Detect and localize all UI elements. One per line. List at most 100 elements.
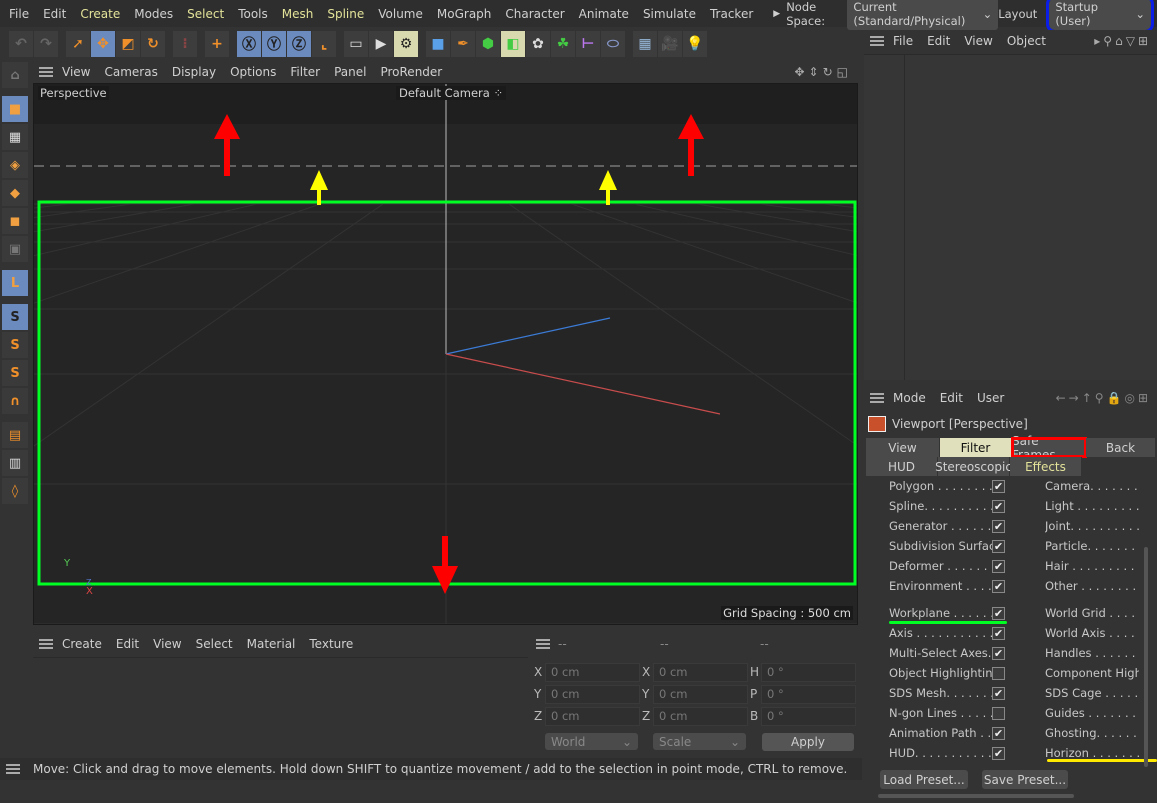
filter-checkbox[interactable]: ✔ xyxy=(992,607,1005,620)
render-view-icon[interactable]: ▭ xyxy=(344,30,368,57)
viewport[interactable]: Perspective Default Camera ⁘ Y X Z Grid … xyxy=(33,83,858,625)
filter-checkbox[interactable] xyxy=(992,667,1005,680)
render-picture-viewer-icon[interactable]: ▶ xyxy=(369,30,393,57)
layout-dropdown[interactable]: Startup (User) ⌄ xyxy=(1046,0,1154,33)
render-settings-icon[interactable]: ⚙ xyxy=(394,30,418,57)
menu-volume[interactable]: Volume xyxy=(378,7,423,21)
menu-filter[interactable]: Filter xyxy=(290,65,320,79)
menu-select[interactable]: Select xyxy=(196,637,233,651)
menu-mode[interactable]: Mode xyxy=(893,391,926,405)
extrude-icon[interactable]: ◧ xyxy=(501,30,525,57)
hamburger-menu-icon[interactable] xyxy=(870,36,884,46)
tab-stereoscopic[interactable]: Stereoscopic xyxy=(935,457,1012,476)
menu-material[interactable]: Material xyxy=(247,637,296,651)
coord-input[interactable]: 0 ° xyxy=(761,663,856,682)
lock-workplane-icon[interactable]: ▥ xyxy=(2,450,28,476)
move-icon[interactable]: ✥ xyxy=(91,30,115,57)
tab-view[interactable]: View xyxy=(866,438,940,457)
magnet-icon[interactable]: ∩ xyxy=(2,388,28,414)
coord-input[interactable]: 0 cm xyxy=(545,663,640,682)
filter-checkbox[interactable]: ✔ xyxy=(992,747,1005,760)
pen-icon[interactable]: ✒ xyxy=(451,30,475,57)
coord-input[interactable]: 0 ° xyxy=(761,707,856,726)
menu-file[interactable]: File xyxy=(893,34,913,48)
menu-display[interactable]: Display xyxy=(172,65,216,79)
z-axis-icon[interactable]: Ⓩ xyxy=(287,30,311,57)
light-icon[interactable]: 💡 xyxy=(683,30,707,57)
coord-input[interactable]: 0 ° xyxy=(761,685,856,704)
menu-edit[interactable]: Edit xyxy=(940,391,963,405)
hamburger-menu-icon[interactable] xyxy=(39,639,53,649)
coordinate-mode-dropdown[interactable]: World ⌄ xyxy=(545,733,638,750)
menu-cameras[interactable]: Cameras xyxy=(104,65,157,79)
undo-icon[interactable]: ↶ xyxy=(9,30,33,57)
menu-tracker[interactable]: Tracker xyxy=(710,7,753,21)
menu-edit[interactable]: Edit xyxy=(927,34,950,48)
viewport-nav-icons[interactable]: ✥⇕↻◱ xyxy=(794,65,852,79)
subdivision-icon[interactable]: ⬢ xyxy=(476,30,500,57)
menu-view[interactable]: View xyxy=(153,637,181,651)
menu-mograph[interactable]: MoGraph xyxy=(437,7,492,21)
coordinate-system-icon[interactable]: ⌞ xyxy=(312,30,336,57)
snap-icon[interactable]: S xyxy=(2,304,28,330)
menu-prorender[interactable]: ProRender xyxy=(380,65,442,79)
scale-icon[interactable]: ◩ xyxy=(116,30,140,57)
mograph-icon[interactable]: ✿ xyxy=(526,30,550,57)
menu-edit[interactable]: Edit xyxy=(116,637,139,651)
hamburger-menu-icon[interactable] xyxy=(39,67,53,77)
tab-back[interactable]: Back xyxy=(1086,438,1156,457)
menu-mesh[interactable]: Mesh xyxy=(282,7,314,21)
object-manager-tool-icons[interactable]: ▸⚲⌂▽⊞ xyxy=(1094,34,1151,48)
size-mode-dropdown[interactable]: Scale ⌄ xyxy=(653,733,746,750)
filter-checkbox[interactable]: ✔ xyxy=(992,687,1005,700)
vertical-scrollbar[interactable] xyxy=(1144,547,1148,767)
redo-icon[interactable]: ↷ xyxy=(34,30,58,57)
menu-user[interactable]: User xyxy=(977,391,1004,405)
filter-checkbox[interactable]: ✔ xyxy=(992,560,1005,573)
hamburger-menu-icon[interactable] xyxy=(6,764,20,774)
material-list[interactable] xyxy=(33,657,528,757)
menu-view[interactable]: View xyxy=(62,65,90,79)
filter-checkbox[interactable]: ✔ xyxy=(992,627,1005,640)
snap-settings-icon[interactable]: S xyxy=(2,332,28,358)
hamburger-menu-icon[interactable] xyxy=(870,393,884,403)
texture-mode-icon[interactable]: ▦ xyxy=(2,124,28,150)
make-editable-icon[interactable]: ⌂ xyxy=(2,62,28,88)
menu-options[interactable]: Options xyxy=(230,65,276,79)
coord-input[interactable]: 0 cm xyxy=(653,685,748,704)
load-preset-button[interactable]: Load Preset... xyxy=(880,770,968,789)
live-selection-icon[interactable]: ➚ xyxy=(66,30,90,57)
horizontal-scrollbar[interactable] xyxy=(878,794,1074,798)
menu-modes[interactable]: Modes xyxy=(134,7,173,21)
menu-select[interactable]: Select xyxy=(187,7,224,21)
tab-safe-frames[interactable]: Safe Frames xyxy=(1011,434,1087,462)
menu-character[interactable]: Character xyxy=(505,7,564,21)
model-mode-icon[interactable]: ■ xyxy=(2,96,28,122)
add-icon[interactable]: + xyxy=(205,30,229,57)
coord-input[interactable]: 0 cm xyxy=(653,707,748,726)
coord-input[interactable]: 0 cm xyxy=(653,663,748,682)
deformer-icon[interactable]: ⬭ xyxy=(601,30,625,57)
menu-texture[interactable]: Texture xyxy=(309,637,353,651)
y-axis-icon[interactable]: Ⓨ xyxy=(262,30,286,57)
workplane-mode-icon[interactable]: ◊ xyxy=(2,478,28,504)
cloner-icon[interactable]: ☘ xyxy=(551,30,575,57)
menu-animate[interactable]: Animate xyxy=(579,7,629,21)
save-preset-button[interactable]: Save Preset... xyxy=(982,770,1068,789)
menu-create[interactable]: Create xyxy=(62,637,102,651)
filter-checkbox[interactable]: ✔ xyxy=(992,647,1005,660)
menu-simulate[interactable]: Simulate xyxy=(643,7,696,21)
edges-mode-icon[interactable]: ◆ xyxy=(2,180,28,206)
tab-filter[interactable]: Filter xyxy=(940,438,1012,457)
node-space-dropdown[interactable]: Current (Standard/Physical) ⌄ xyxy=(847,0,999,30)
camera-icon[interactable]: 🎥 xyxy=(658,30,682,57)
filter-checkbox[interactable]: ✔ xyxy=(992,727,1005,740)
filter-checkbox[interactable] xyxy=(992,707,1005,720)
coord-input[interactable]: 0 cm xyxy=(545,685,640,704)
menu-tools[interactable]: Tools xyxy=(238,7,268,21)
filter-checkbox[interactable]: ✔ xyxy=(992,480,1005,493)
uv-mode-icon[interactable]: ▣ xyxy=(2,236,28,262)
symmetry-icon[interactable]: ⊢ xyxy=(576,30,600,57)
menu-edit[interactable]: Edit xyxy=(43,7,66,21)
menu-create[interactable]: Create xyxy=(80,7,120,21)
